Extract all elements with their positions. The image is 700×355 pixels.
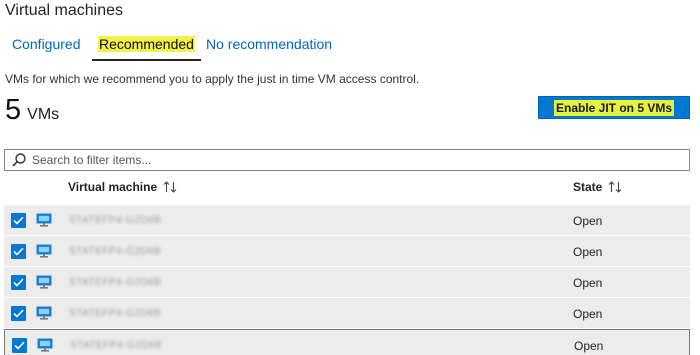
page-title: Virtual machines [5,2,123,19]
checkmark-icon [14,341,25,350]
vm-name[interactable]: STATEFP4-G2D6B [70,340,162,351]
sort-arrows-icon[interactable] [608,181,622,193]
table-row[interactable]: STATEFP4-G2D6B Open [4,236,690,267]
search-input[interactable] [32,153,672,167]
description-text: VMs for which we recommend you to apply … [5,72,420,86]
vm-count: 5 VMs [5,94,59,128]
filter-search-box[interactable] [4,149,690,171]
tab-configured[interactable]: Configured [12,33,81,57]
row-checkbox[interactable] [11,213,26,228]
column-header-state[interactable]: State [573,180,622,194]
table-row[interactable]: STATEFP4-G2D6B Open [4,329,690,355]
column-header-state-label: State [573,180,603,194]
virtual-machine-icon [36,243,52,259]
vm-state: Open [573,307,603,321]
enable-jit-button-label: Enable JIT on 5 VMs [553,99,675,116]
virtual-machine-icon [36,274,52,290]
checkmark-icon [13,278,24,287]
enable-jit-button[interactable]: Enable JIT on 5 VMs [538,96,690,119]
row-checkbox[interactable] [11,244,26,259]
virtual-machine-icon [36,305,52,321]
vm-state: Open [574,339,604,353]
vm-state: Open [573,245,603,259]
checkmark-icon [13,309,24,318]
row-checkbox[interactable] [11,306,26,321]
vm-name[interactable]: STATEFP4-G2D6B [69,246,161,257]
row-checkbox[interactable] [12,338,27,353]
vm-count-number: 5 [5,94,22,126]
tab-no-recommendation[interactable]: No recommendation [206,33,332,57]
vm-name[interactable]: STATEFP4-G2D6B [69,277,161,288]
tab-bar: Configured Recommended No recommendation [0,33,340,61]
table-row[interactable]: STATEFP4-G2D6B Open [4,205,690,236]
vm-count-unit: VMs [27,106,60,123]
tab-recommended-label: Recommended [98,36,195,52]
vm-state: Open [573,214,603,228]
column-header-virtual-machine[interactable]: Virtual machine [68,180,177,194]
tab-recommended[interactable]: Recommended [92,33,201,61]
vm-name[interactable]: STATEFP4-G2D6B [69,308,161,319]
virtual-machine-icon [37,337,53,353]
vm-table: STATEFP4-G2D6B Open STATEFP4-G2D6B Open … [4,205,690,355]
search-icon [11,152,27,168]
vm-state: Open [573,276,603,290]
sort-arrows-icon[interactable] [163,181,177,193]
virtual-machine-icon [36,212,52,228]
vm-name[interactable]: STATEFP4-G2D6B [69,215,161,226]
table-row[interactable]: STATEFP4-G2D6B Open [4,298,690,329]
row-checkbox[interactable] [11,275,26,290]
checkmark-icon [13,247,24,256]
checkmark-icon [13,216,24,225]
column-header-virtual-machine-label: Virtual machine [68,180,158,194]
table-row[interactable]: STATEFP4-G2D6B Open [4,267,690,298]
